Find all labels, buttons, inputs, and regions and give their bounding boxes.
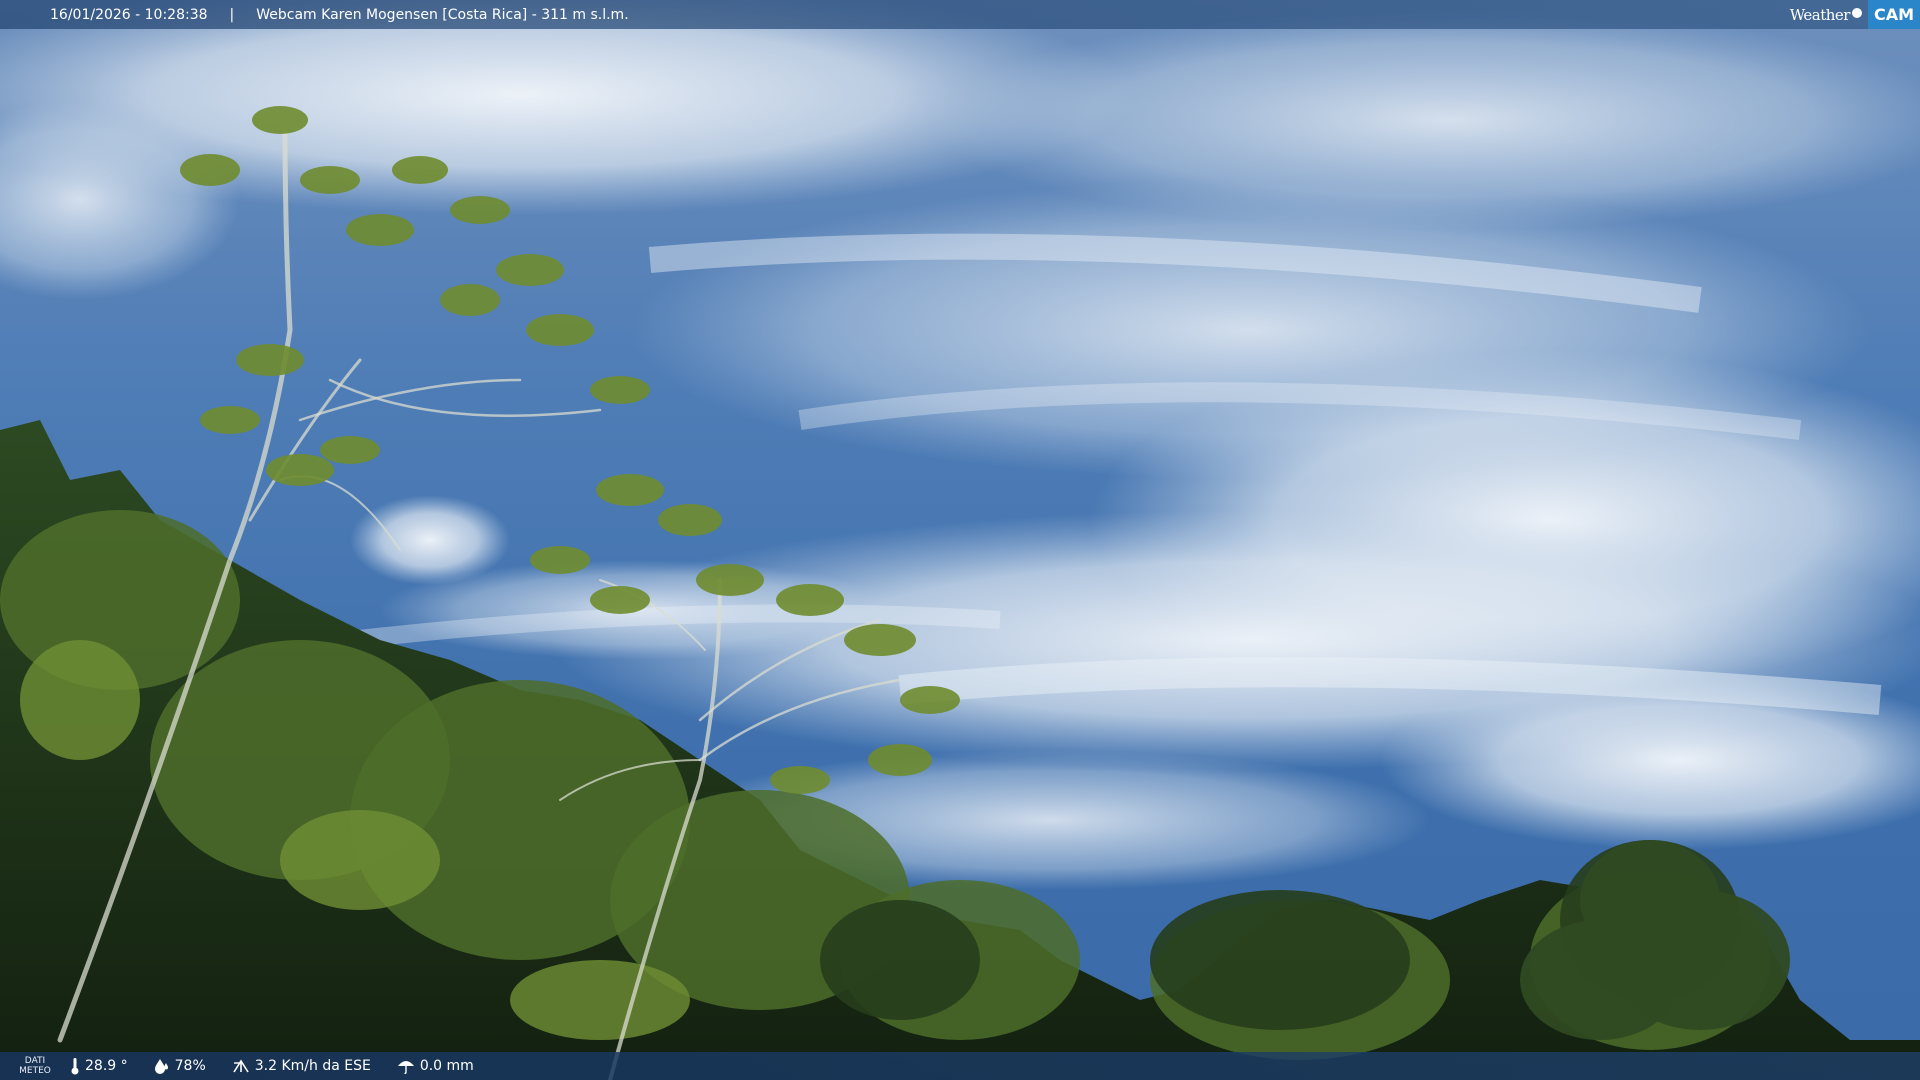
title-separator: | <box>229 6 235 23</box>
temperature-value: 28.9 ° <box>85 1058 128 1074</box>
weather-bar-label: DATI METEO <box>0 1056 70 1076</box>
timestamp: 16/01/2026 - 10:28:38 <box>50 6 208 23</box>
humidity-drop-icon <box>154 1059 168 1074</box>
webcam-sky-scene <box>0 0 1920 1080</box>
logo-part2: CAM <box>1867 0 1920 29</box>
humidity-stat: 78% <box>154 1058 206 1074</box>
thermometer-icon <box>71 1058 79 1075</box>
weather-data-bar: DATI METEO 28.9 ° 78% 3.2 Km/h da ESE 0.… <box>0 1052 1920 1080</box>
humidity-value: 78% <box>174 1058 206 1074</box>
weather-bar-label-line1: DATI <box>24 1056 46 1066</box>
overlay-top-bar: 16/01/2026 - 10:28:38 | Webcam Karen Mog… <box>0 0 1920 29</box>
wind-value: 3.2 Km/h da ESE <box>254 1058 371 1074</box>
temperature-stat: 28.9 ° <box>70 1057 128 1075</box>
rain-umbrella-icon <box>397 1061 414 1074</box>
rain-value: 0.0 mm <box>419 1058 474 1074</box>
webcam-frame: 16/01/2026 - 10:28:38 | Webcam Karen Mog… <box>0 0 1920 1080</box>
weathercam-logo: Weather CAM <box>1790 0 1920 29</box>
wind-stat: 3.2 Km/h da ESE <box>232 1058 371 1074</box>
weather-bar-label-line2: METEO <box>19 1066 51 1076</box>
logo-weather-text: Weather <box>1790 6 1868 24</box>
logo-part1: Weather <box>1789 5 1851 24</box>
rain-stat: 0.0 mm <box>397 1058 474 1074</box>
logo-sun-icon <box>1851 8 1862 18</box>
wind-icon <box>233 1059 249 1073</box>
camera-title: Webcam Karen Mogensen [Costa Rica] - 311… <box>256 6 629 23</box>
